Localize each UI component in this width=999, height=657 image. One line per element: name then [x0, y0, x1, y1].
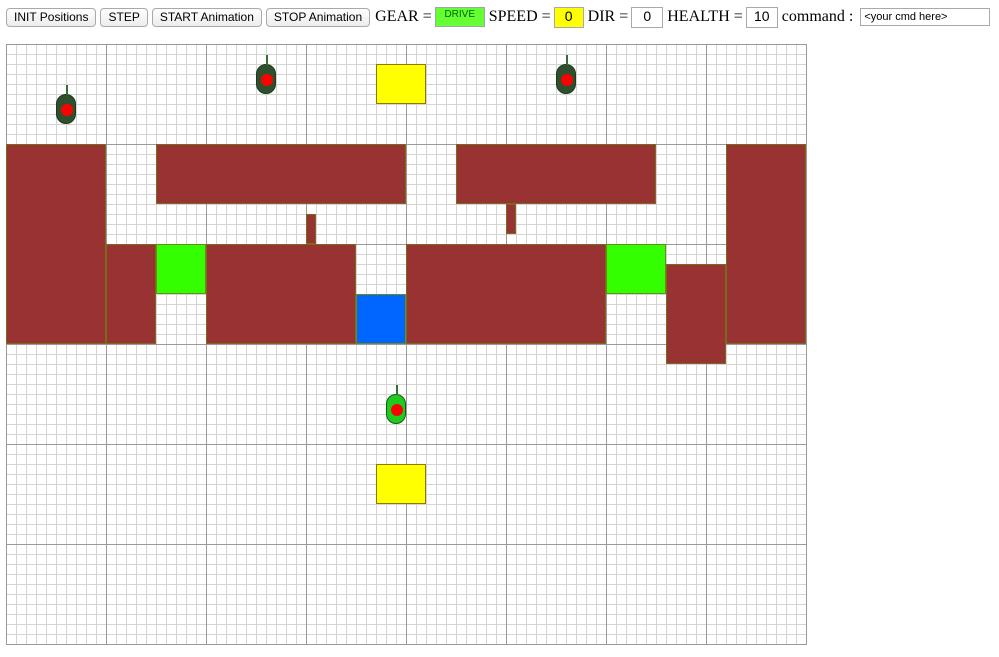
dir-value: 0 [631, 6, 664, 28]
red-eye-icon [61, 104, 73, 116]
command-label: command : [781, 8, 854, 25]
antenna-icon [396, 385, 398, 395]
wall [206, 244, 356, 344]
game-board[interactable] [6, 44, 807, 645]
red-eye-icon [261, 74, 273, 86]
wall [506, 204, 516, 234]
wall [306, 214, 316, 244]
speed-value: 0 [553, 6, 584, 28]
init-positions-button[interactable]: INIT Positions [6, 7, 97, 27]
enemy-robot[interactable] [256, 55, 276, 94]
gear-value: DRIVE [434, 7, 485, 27]
wall [6, 144, 106, 344]
wall [406, 244, 606, 344]
stop-animation-button[interactable]: STOP Animation [265, 7, 371, 27]
wall [456, 144, 656, 204]
health-label: HEALTH = [667, 8, 743, 25]
red-eye-icon [391, 404, 403, 416]
wall [156, 144, 406, 204]
gear-label: GEAR = [375, 8, 432, 25]
health-value: 10 [745, 6, 778, 28]
antenna-icon [266, 55, 268, 65]
green-zone [606, 244, 666, 294]
wall [666, 264, 726, 364]
speed-label: SPEED = [488, 8, 551, 25]
red-eye-icon [561, 74, 573, 86]
command-input[interactable] [860, 8, 991, 26]
yellow-zone [376, 64, 426, 104]
green-zone [156, 244, 206, 294]
start-animation-button[interactable]: START Animation [151, 7, 262, 27]
wall [106, 244, 156, 344]
yellow-zone [376, 464, 426, 504]
dir-label: DIR = [587, 8, 629, 25]
player-robot[interactable] [386, 385, 406, 424]
enemy-robot[interactable] [556, 55, 576, 94]
enemy-robot[interactable] [56, 85, 76, 124]
step-button[interactable]: STEP [100, 7, 148, 27]
antenna-icon [566, 55, 568, 65]
wall [726, 144, 806, 344]
blue-zone [356, 294, 406, 344]
antenna-icon [66, 85, 68, 95]
toolbar: INIT Positions STEP START Animation STOP… [6, 3, 996, 31]
